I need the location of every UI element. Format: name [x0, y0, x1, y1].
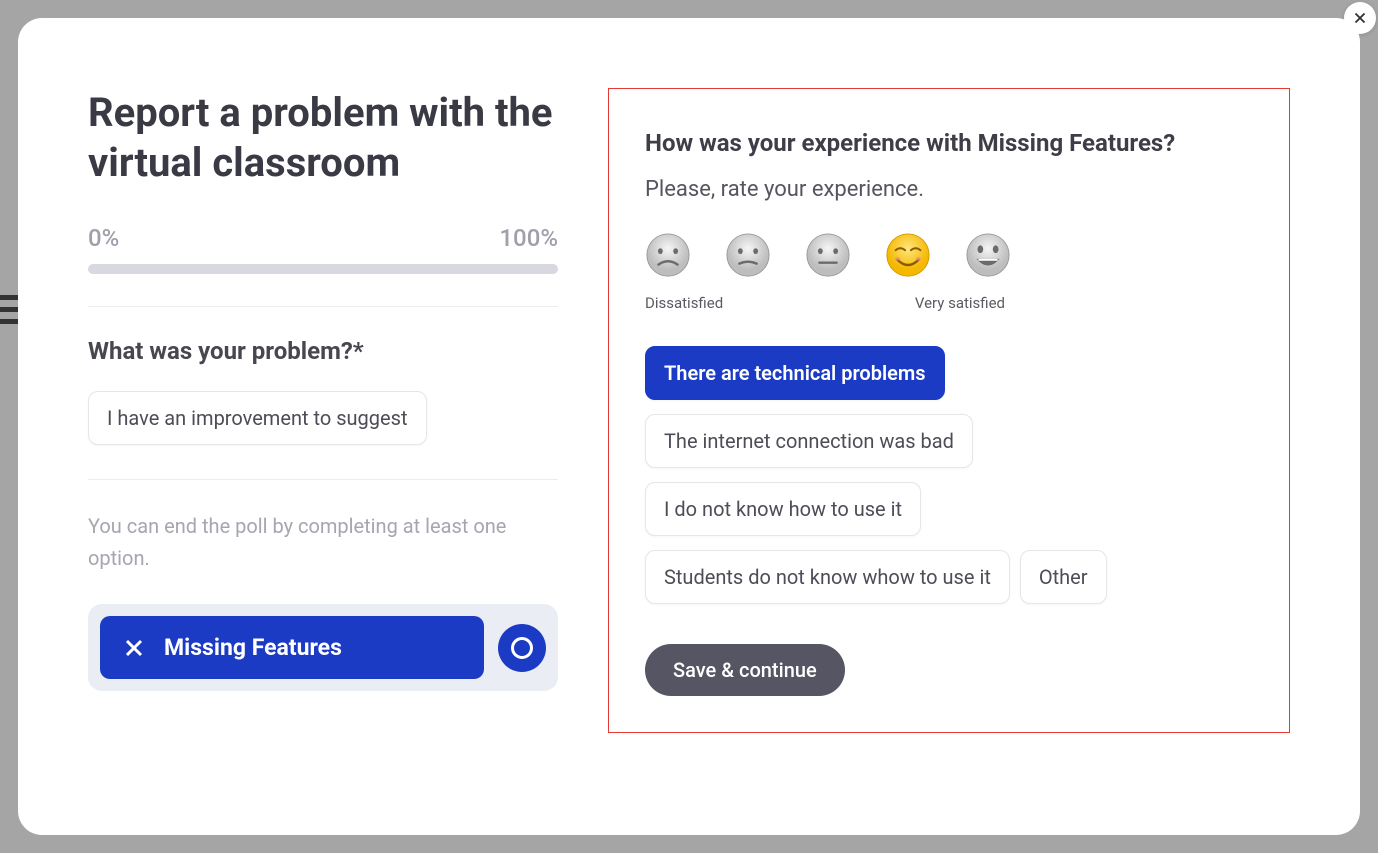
circle-icon: [511, 637, 533, 659]
progress-low-label: 0%: [88, 224, 119, 252]
reason-technical-problems[interactable]: There are technical problems: [645, 346, 945, 400]
reason-label: There are technical problems: [664, 361, 926, 385]
save-continue-button[interactable]: Save & continue: [645, 644, 845, 696]
experience-subtitle: Please, rate your experience.: [645, 177, 1253, 202]
reason-label: Students do not know whow to use it: [664, 565, 991, 589]
divider: [88, 479, 558, 480]
suggestion-chip[interactable]: I have an improvement to suggest: [88, 391, 427, 445]
right-column: How was your experience with Missing Fea…: [608, 88, 1290, 795]
scale-high-label: Very satisfied: [915, 294, 1005, 312]
scale-low-label: Dissatisfied: [645, 294, 723, 312]
reason-label: The internet connection was bad: [664, 429, 954, 453]
progress-high-label: 100%: [499, 224, 558, 252]
save-button-label: Save & continue: [673, 658, 817, 682]
face-5-icon[interactable]: [965, 232, 1011, 278]
divider: [88, 306, 558, 307]
reason-label: I do not know how to use it: [664, 497, 902, 521]
reason-dont-know-how[interactable]: I do not know how to use it: [645, 482, 921, 536]
experience-title: How was your experience with Missing Fea…: [645, 129, 1253, 157]
reason-chips: There are technical problems The interne…: [645, 346, 1253, 618]
poll-hint: You can end the poll by completing at le…: [88, 510, 558, 574]
progress-bar: [88, 264, 558, 274]
modal-title: Report a problem with the virtual classr…: [88, 88, 558, 188]
face-3-icon[interactable]: [805, 232, 851, 278]
close-icon: [1351, 9, 1369, 27]
close-icon: [122, 636, 146, 660]
experience-panel: How was your experience with Missing Fea…: [608, 88, 1290, 733]
reason-other[interactable]: Other: [1020, 550, 1107, 604]
problem-question: What was your problem?*: [88, 337, 558, 365]
reason-label: Other: [1039, 565, 1088, 589]
suggestion-chip-label: I have an improvement to suggest: [107, 406, 408, 430]
missing-features-option[interactable]: Missing Features: [100, 616, 484, 679]
face-1-icon[interactable]: [645, 232, 691, 278]
option-radio-button[interactable]: [498, 624, 546, 672]
face-2-icon[interactable]: [725, 232, 771, 278]
left-column: Report a problem with the virtual classr…: [88, 88, 558, 795]
face-4-icon[interactable]: [885, 232, 931, 278]
report-problem-modal: Report a problem with the virtual classr…: [18, 18, 1360, 835]
reason-students-dont-know[interactable]: Students do not know whow to use it: [645, 550, 1010, 604]
option-bar: Missing Features: [88, 604, 558, 691]
option-label: Missing Features: [164, 634, 342, 661]
rating-scale-labels: Dissatisfied Very satisfied: [645, 294, 1005, 312]
rating-faces: [645, 232, 1253, 278]
reason-bad-connection[interactable]: The internet connection was bad: [645, 414, 973, 468]
progress-labels: 0% 100%: [88, 224, 558, 252]
